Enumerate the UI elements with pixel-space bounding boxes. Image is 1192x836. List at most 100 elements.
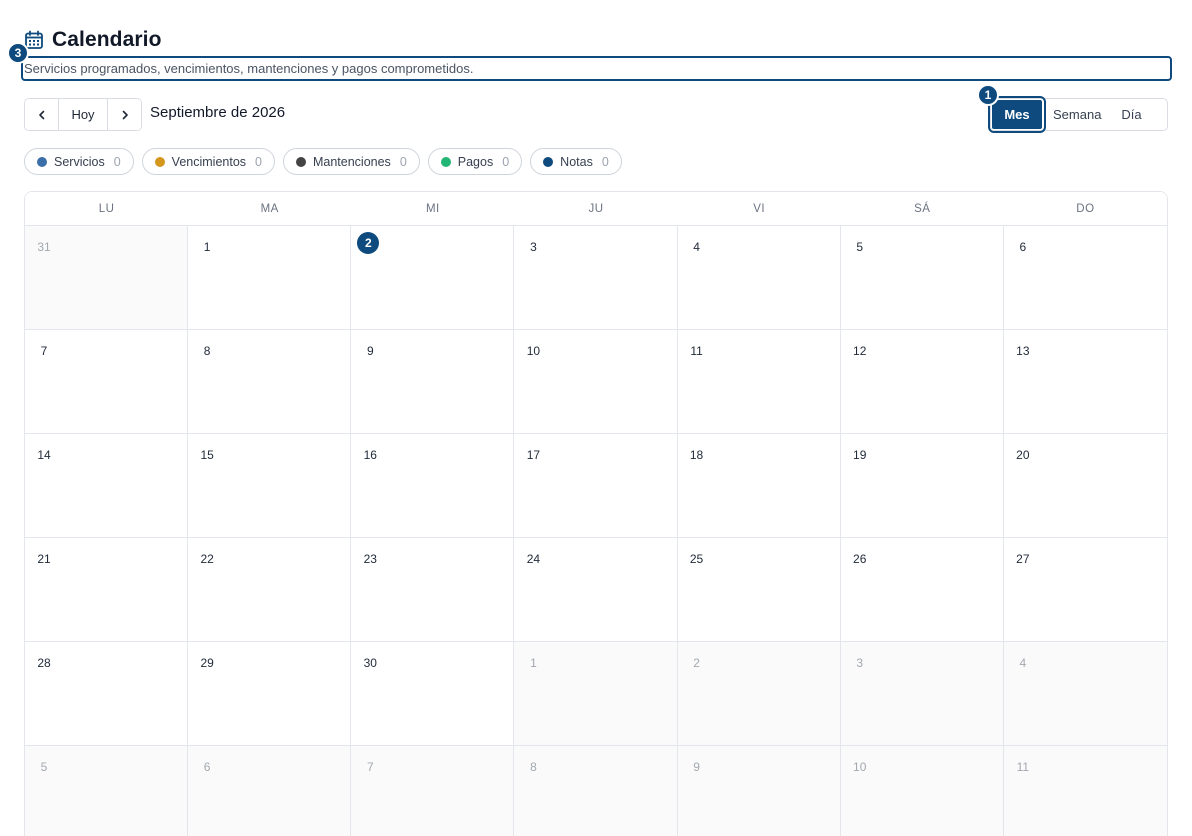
view-switcher: Mes Semana Día bbox=[988, 96, 1168, 133]
day-number: 23 bbox=[363, 552, 377, 566]
day-number: 3 bbox=[530, 240, 537, 254]
day-cell[interactable]: 10 bbox=[514, 330, 678, 434]
day-cell[interactable]: 9 bbox=[677, 746, 841, 836]
vencimientos-dot-icon bbox=[154, 156, 165, 167]
day-cell[interactable]: 11 bbox=[677, 330, 841, 434]
day-number: 1 bbox=[203, 240, 211, 254]
day-cell[interactable]: 26 bbox=[840, 538, 1004, 642]
day-number: 6 bbox=[1019, 240, 1027, 254]
day-cell[interactable]: 24 bbox=[514, 538, 678, 642]
day-cell[interactable]: 14 bbox=[25, 434, 189, 538]
day-number: 24 bbox=[526, 552, 541, 566]
day-cell[interactable]: 31 bbox=[25, 226, 189, 330]
day-cell[interactable]: 5 bbox=[25, 746, 189, 836]
day-cell[interactable]: 16 bbox=[351, 434, 515, 538]
day-cell[interactable]: 4 bbox=[677, 226, 841, 330]
day-cell[interactable]: 9 bbox=[351, 330, 515, 434]
day-cell[interactable]: 29 bbox=[188, 642, 352, 746]
day-number: 8 bbox=[203, 344, 211, 358]
filter-servicios[interactable]: Servicios 0 bbox=[24, 148, 134, 175]
next-period-button[interactable] bbox=[108, 99, 141, 130]
day-number: 4 bbox=[1019, 656, 1027, 670]
today-button[interactable]: Hoy bbox=[58, 99, 108, 130]
day-cell[interactable]: 2 bbox=[677, 642, 841, 746]
day-cell[interactable]: 25 bbox=[677, 538, 841, 642]
day-cell[interactable]: 11 bbox=[1003, 746, 1167, 836]
day-number: 18 bbox=[689, 448, 704, 462]
filter-label: Notas bbox=[560, 154, 593, 169]
day-cell[interactable]: 10 bbox=[840, 746, 1004, 836]
day-grid: 31 1 2 3 4 5 6 7 8 9 10 11 12 13 14 15 16 17 18 19 20 21 22 23 2… bbox=[25, 226, 1167, 836]
day-cell[interactable]: 30 bbox=[351, 642, 515, 746]
day-number: 21 bbox=[37, 552, 51, 566]
filter-label: Mantenciones bbox=[312, 154, 391, 169]
day-cell[interactable]: 20 bbox=[1003, 434, 1167, 538]
day-cell[interactable]: 27 bbox=[1003, 538, 1167, 642]
chevron-right-icon bbox=[122, 110, 128, 119]
filter-count: 0 bbox=[255, 154, 262, 169]
view-day-button[interactable]: Día bbox=[1111, 99, 1151, 130]
day-cell[interactable]: 7 bbox=[351, 746, 515, 836]
day-cell[interactable]: 6 bbox=[1003, 226, 1167, 330]
day-cell[interactable]: 5 bbox=[840, 226, 1004, 330]
day-cell[interactable]: 8 bbox=[188, 330, 352, 434]
day-cell[interactable]: 1 bbox=[514, 642, 678, 746]
day-cell[interactable]: 28 bbox=[25, 642, 189, 746]
day-cell[interactable]: 13 bbox=[1003, 330, 1167, 434]
day-number: 19 bbox=[853, 448, 867, 462]
filter-count: 0 bbox=[502, 154, 510, 169]
notas-dot-icon bbox=[543, 156, 554, 167]
date-navigation: Hoy bbox=[24, 98, 142, 131]
day-cell[interactable]: 12 bbox=[840, 330, 1004, 434]
day-number: 5 bbox=[856, 240, 864, 254]
day-cell[interactable]: 23 bbox=[351, 538, 515, 642]
day-number: 14 bbox=[37, 448, 51, 462]
pagos-dot-icon bbox=[440, 156, 451, 167]
weekday-label: VI bbox=[753, 202, 766, 215]
day-cell[interactable]: 21 bbox=[25, 538, 189, 642]
filter-notas[interactable]: Notas 0 bbox=[530, 148, 622, 175]
weekday-label: SÁ bbox=[914, 202, 931, 215]
day-number: 30 bbox=[363, 656, 377, 670]
today-day-number: 2 bbox=[357, 232, 380, 254]
day-cell[interactable]: 3 bbox=[514, 226, 678, 330]
filter-vencimientos[interactable]: Vencimientos 0 bbox=[141, 148, 275, 175]
weekday-label: LU bbox=[98, 202, 115, 215]
day-number: 22 bbox=[200, 552, 214, 566]
month-calendar: LU MA MI JU VI SÁ DO 31 1 2 3 4 5 6 7 8 9 10 11 12 13… bbox=[24, 191, 1168, 836]
day-cell[interactable]: 4 bbox=[1003, 642, 1167, 746]
day-number: 10 bbox=[526, 344, 541, 358]
day-number: 7 bbox=[366, 760, 374, 774]
day-number: 13 bbox=[1016, 344, 1030, 358]
day-number: 15 bbox=[200, 448, 214, 462]
filter-count: 0 bbox=[399, 154, 407, 169]
day-number: 11 bbox=[690, 344, 703, 358]
day-cell[interactable]: 15 bbox=[188, 434, 352, 538]
day-number: 28 bbox=[37, 656, 51, 670]
day-number: 27 bbox=[1016, 552, 1030, 566]
filter-mantenciones[interactable]: Mantenciones 0 bbox=[282, 148, 420, 175]
filter-label: Pagos bbox=[457, 154, 494, 169]
day-cell[interactable]: 19 bbox=[840, 434, 1004, 538]
page-title: Calendario bbox=[52, 28, 162, 51]
day-cell[interactable]: 1 bbox=[188, 226, 352, 330]
day-cell[interactable]: 17 bbox=[514, 434, 678, 538]
weekday-label: JU bbox=[588, 202, 604, 215]
day-cell[interactable]: 18 bbox=[677, 434, 841, 538]
day-cell[interactable]: 3 bbox=[840, 642, 1004, 746]
day-number: 5 bbox=[40, 760, 48, 774]
day-cell[interactable]: 22 bbox=[188, 538, 352, 642]
annotation-marker-1: 1 bbox=[977, 84, 999, 106]
day-cell[interactable]: 6 bbox=[188, 746, 352, 836]
day-cell[interactable]: 7 bbox=[25, 330, 189, 434]
day-number: 26 bbox=[853, 552, 867, 566]
mantenciones-dot-icon bbox=[295, 156, 306, 167]
day-cell[interactable]: 2 bbox=[351, 226, 515, 330]
view-week-button[interactable]: Semana bbox=[1043, 99, 1111, 130]
day-cell[interactable]: 8 bbox=[514, 746, 678, 836]
view-month-button[interactable]: Mes bbox=[988, 96, 1046, 133]
filter-pagos[interactable]: Pagos 0 bbox=[427, 148, 523, 175]
weekday-label: DO bbox=[1076, 202, 1095, 215]
weekday-header: LU MA MI JU VI SÁ DO bbox=[25, 192, 1167, 226]
prev-period-button[interactable] bbox=[25, 99, 58, 130]
